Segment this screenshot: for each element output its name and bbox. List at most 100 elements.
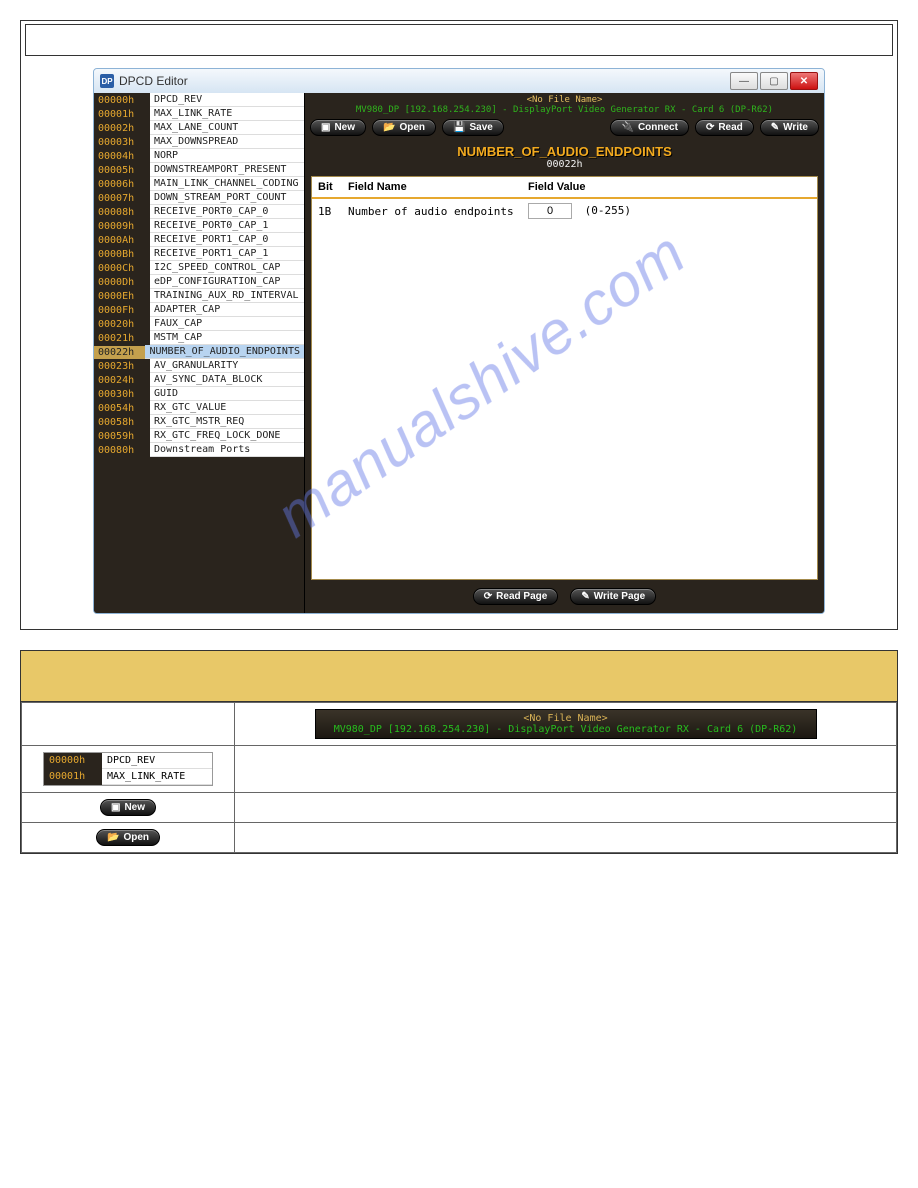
sidebar-addr: 00003h [94, 136, 150, 149]
sidebar-addr: 00030h [94, 388, 150, 401]
sidebar-item[interactable]: 00058hRX_GTC_MSTR_REQ [94, 415, 304, 429]
header-box [25, 24, 893, 56]
minimize-button[interactable]: — [730, 72, 758, 90]
sidebar-item[interactable]: 00021hMSTM_CAP [94, 331, 304, 345]
sidebar-name: MAX_LANE_COUNT [150, 121, 304, 135]
mini-addr: 00000h [44, 753, 102, 769]
status-file-name: <No File Name> [305, 95, 824, 105]
folder-open-icon: 📂 [383, 122, 395, 133]
refresh-icon: ⟳ [706, 122, 714, 133]
sidebar-item[interactable]: 00022hNUMBER_OF_AUDIO_ENDPOINTS [94, 345, 304, 359]
sidebar-item[interactable]: 0000ChI2C_SPEED_CONTROL_CAP [94, 261, 304, 275]
new-file-icon: ▣ [321, 122, 330, 133]
ref-status-connection: MV980_DP [192.168.254.230] - DisplayPort… [316, 724, 816, 735]
sidebar-addr: 00008h [94, 206, 150, 219]
ref-new-button[interactable]: ▣New [100, 799, 156, 816]
sidebar-item[interactable]: 0000BhRECEIVE_PORT1_CAP_1 [94, 247, 304, 261]
mini-list-row: 00000hDPCD_REV [44, 753, 212, 769]
sidebar-item[interactable]: 00002hMAX_LANE_COUNT [94, 121, 304, 135]
sidebar-name: RX_GTC_FREQ_LOCK_DONE [150, 429, 304, 443]
refresh-icon: ⟳ [484, 591, 492, 602]
sidebar-name: RX_GTC_VALUE [150, 401, 304, 415]
sidebar-item[interactable]: 00004hNORP [94, 149, 304, 163]
col-header-field-value: Field Value [528, 181, 585, 193]
sidebar-name: MAX_LINK_RATE [150, 107, 304, 121]
sidebar-name: MSTM_CAP [150, 331, 304, 345]
save-button[interactable]: 💾Save [442, 119, 504, 136]
save-icon: 💾 [453, 122, 465, 133]
status-connection: MV980_DP [192.168.254.230] - DisplayPort… [305, 105, 824, 115]
sidebar-addr: 00021h [94, 332, 150, 345]
sidebar-item[interactable]: 00006hMAIN_LINK_CHANNEL_CODING [94, 177, 304, 191]
sidebar-item[interactable]: 00024hAV_SYNC_DATA_BLOCK [94, 373, 304, 387]
field-row: 1B Number of audio endpoints (0-255) [312, 199, 817, 223]
sidebar-name: RX_GTC_MSTR_REQ [150, 415, 304, 429]
field-value-input[interactable] [528, 203, 572, 219]
sidebar-item[interactable]: 00030hGUID [94, 387, 304, 401]
new-button[interactable]: ▣New [310, 119, 366, 136]
sidebar-item[interactable]: 0000FhADAPTER_CAP [94, 303, 304, 317]
window-controls: — ▢ ✕ [730, 72, 818, 90]
table-header-band [21, 651, 897, 702]
ref-cell-minilist: 00000hDPCD_REV00001hMAX_LINK_RATE [22, 746, 235, 793]
sidebar-item[interactable]: 00005hDOWNSTREAMPORT_PRESENT [94, 163, 304, 177]
open-button[interactable]: 📂Open [372, 119, 436, 136]
sidebar-addr: 0000Ch [94, 262, 150, 275]
field-header-row: Bit Field Name Field Value [312, 177, 817, 199]
col-header-field-name: Field Name [348, 181, 528, 193]
sidebar-item[interactable]: 0000AhRECEIVE_PORT1_CAP_0 [94, 233, 304, 247]
ref-open-button[interactable]: 📂Open [96, 829, 160, 846]
sidebar-addr: 00001h [94, 108, 150, 121]
read-page-button[interactable]: ⟳Read Page [473, 588, 559, 605]
sidebar-item[interactable]: 00000hDPCD_REV [94, 93, 304, 107]
write-page-button[interactable]: ✎Write Page [570, 588, 656, 605]
sidebar-name: I2C_SPEED_CONTROL_CAP [150, 261, 304, 275]
sidebar-addr: 0000Eh [94, 290, 150, 303]
folder-open-icon: 📂 [107, 832, 119, 843]
mini-addr: 00001h [44, 769, 102, 785]
sidebar-addr: 00054h [94, 402, 150, 415]
sidebar-item[interactable]: 00020hFAUX_CAP [94, 317, 304, 331]
sidebar-item[interactable]: 00001hMAX_LINK_RATE [94, 107, 304, 121]
sidebar-name: NORP [150, 149, 304, 163]
sidebar-item[interactable]: 00054hRX_GTC_VALUE [94, 401, 304, 415]
sidebar-addr: 0000Dh [94, 276, 150, 289]
sidebar-item[interactable]: 0000DheDP_CONFIGURATION_CAP [94, 275, 304, 289]
outer-container: DP DPCD Editor — ▢ ✕ 00000hDPCD_REV00001… [20, 20, 898, 630]
field-name: Number of audio endpoints [348, 205, 528, 218]
sidebar-name: RECEIVE_PORT0_CAP_0 [150, 205, 304, 219]
register-address: 00022h [305, 159, 824, 170]
sidebar-name: RECEIVE_PORT1_CAP_1 [150, 247, 304, 261]
app-window: DP DPCD Editor — ▢ ✕ 00000hDPCD_REV00001… [93, 68, 825, 614]
app-icon: DP [100, 74, 114, 88]
register-sidebar[interactable]: 00000hDPCD_REV00001hMAX_LINK_RATE00002hM… [94, 93, 304, 613]
sidebar-addr: 00002h [94, 122, 150, 135]
field-range: (0-255) [585, 204, 631, 217]
sidebar-name: eDP_CONFIGURATION_CAP [150, 275, 304, 289]
sidebar-addr: 00022h [94, 346, 145, 359]
sidebar-addr: 00007h [94, 192, 150, 205]
sidebar-item[interactable]: 00009hRECEIVE_PORT0_CAP_1 [94, 219, 304, 233]
pencil-icon: ✎ [581, 591, 589, 602]
sidebar-item[interactable]: 00003hMAX_DOWNSPREAD [94, 135, 304, 149]
mini-name: DPCD_REV [102, 753, 212, 769]
write-button[interactable]: ✎Write [760, 119, 819, 136]
ref-cell-right-3 [235, 793, 897, 823]
sidebar-name: FAUX_CAP [150, 317, 304, 331]
connect-button[interactable]: 🔌Connect [610, 119, 688, 136]
field-detail-panel: Bit Field Name Field Value 1B Number of … [311, 176, 818, 580]
sidebar-item[interactable]: 00007hDOWN_STREAM_PORT_COUNT [94, 191, 304, 205]
sidebar-item[interactable]: 00008hRECEIVE_PORT0_CAP_0 [94, 205, 304, 219]
sidebar-item[interactable]: 00080hDownstream Ports [94, 443, 304, 457]
read-button[interactable]: ⟳Read [695, 119, 754, 136]
close-button[interactable]: ✕ [790, 72, 818, 90]
sidebar-name: AV_SYNC_DATA_BLOCK [150, 373, 304, 387]
sidebar-addr: 0000Ah [94, 234, 150, 247]
main-toolbar: ▣New 📂Open 💾Save 🔌Connect ⟳Read ✎Write [305, 117, 824, 140]
sidebar-item[interactable]: 00059hRX_GTC_FREQ_LOCK_DONE [94, 429, 304, 443]
field-value-cell: (0-255) [528, 203, 631, 219]
sidebar-item[interactable]: 0000EhTRAINING_AUX_RD_INTERVAL [94, 289, 304, 303]
mini-list-row: 00001hMAX_LINK_RATE [44, 769, 212, 785]
maximize-button[interactable]: ▢ [760, 72, 788, 90]
sidebar-item[interactable]: 00023hAV_GRANULARITY [94, 359, 304, 373]
